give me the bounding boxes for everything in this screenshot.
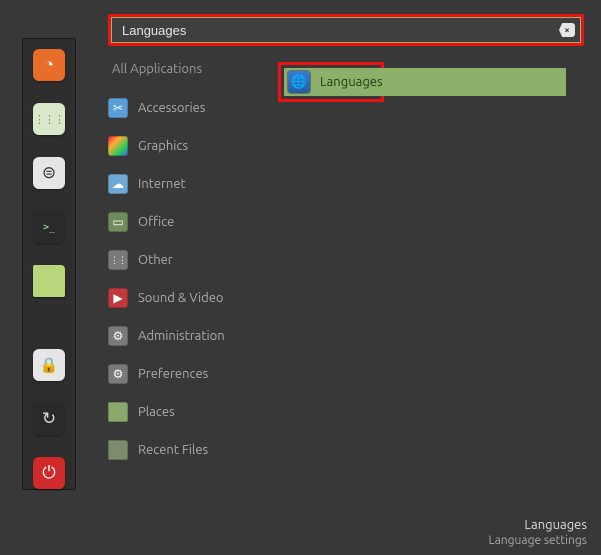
category-list: All Applications ✂ Accessories Graphics …: [108, 62, 258, 460]
category-label: Office: [138, 215, 174, 229]
palette-icon: [108, 136, 128, 156]
category-other[interactable]: ⋮⋮ Other: [108, 250, 258, 270]
power-icon[interactable]: ⏻: [33, 457, 65, 489]
category-recent-files[interactable]: Recent Files: [108, 440, 258, 460]
category-administration[interactable]: ⚙ Administration: [108, 326, 258, 346]
search-input[interactable]: [111, 17, 581, 43]
refresh-icon[interactable]: ↻: [33, 403, 65, 435]
footer-title: Languages: [489, 517, 587, 534]
category-accessories[interactable]: ✂ Accessories: [108, 98, 258, 118]
category-label: Places: [138, 405, 175, 419]
category-label: Internet: [138, 177, 186, 191]
category-label: Preferences: [138, 367, 208, 381]
scissors-icon: ✂: [108, 98, 128, 118]
category-label: Other: [138, 253, 173, 267]
result-languages[interactable]: 🌐 Languages: [284, 68, 566, 96]
gear-icon: ⚙: [108, 326, 128, 346]
play-icon: ▶: [108, 288, 128, 308]
category-places[interactable]: Places: [108, 402, 258, 422]
lock-icon[interactable]: 🔒: [33, 349, 65, 381]
status-footer: Languages Language settings: [489, 517, 587, 549]
terminal-icon[interactable]: >_: [33, 211, 65, 243]
category-label: Graphics: [138, 139, 188, 153]
files-icon[interactable]: [33, 265, 65, 297]
result-label: Languages: [320, 75, 383, 89]
category-sound-video[interactable]: ▶ Sound & Video: [108, 288, 258, 308]
folder-icon: [108, 402, 128, 422]
application-menu: × All Applications ✂ Accessories Graphic…: [108, 14, 588, 460]
globe-icon: 🌐: [288, 71, 310, 93]
category-internet[interactable]: ☁ Internet: [108, 174, 258, 194]
category-office[interactable]: ▭ Office: [108, 212, 258, 232]
document-icon: ▭: [108, 212, 128, 232]
category-label: Sound & Video: [138, 291, 224, 305]
taskbar: ◔ ⋮⋮⋮ ⊜ >_ 🔒 ↻ ⏻: [22, 38, 76, 490]
category-all-applications[interactable]: All Applications: [108, 62, 258, 76]
search-highlight: ×: [108, 14, 584, 46]
category-label: Administration: [138, 329, 225, 343]
recent-folder-icon: [108, 440, 128, 460]
apps-icon[interactable]: ⋮⋮⋮: [33, 103, 65, 135]
clear-search-icon[interactable]: ×: [559, 23, 575, 37]
preferences-icon: ⚙: [108, 364, 128, 384]
category-preferences[interactable]: ⚙ Preferences: [108, 364, 258, 384]
firefox-icon[interactable]: ◔: [33, 49, 65, 81]
footer-subtitle: Language settings: [489, 533, 587, 549]
grid-icon: ⋮⋮: [108, 250, 128, 270]
category-graphics[interactable]: Graphics: [108, 136, 258, 156]
category-label: Recent Files: [138, 443, 208, 457]
cloud-icon: ☁: [108, 174, 128, 194]
result-highlight: 🌐 Languages: [278, 62, 384, 102]
category-label: Accessories: [138, 101, 205, 115]
results-pane: 🌐 Languages: [278, 62, 588, 460]
settings-icon[interactable]: ⊜: [33, 157, 65, 189]
